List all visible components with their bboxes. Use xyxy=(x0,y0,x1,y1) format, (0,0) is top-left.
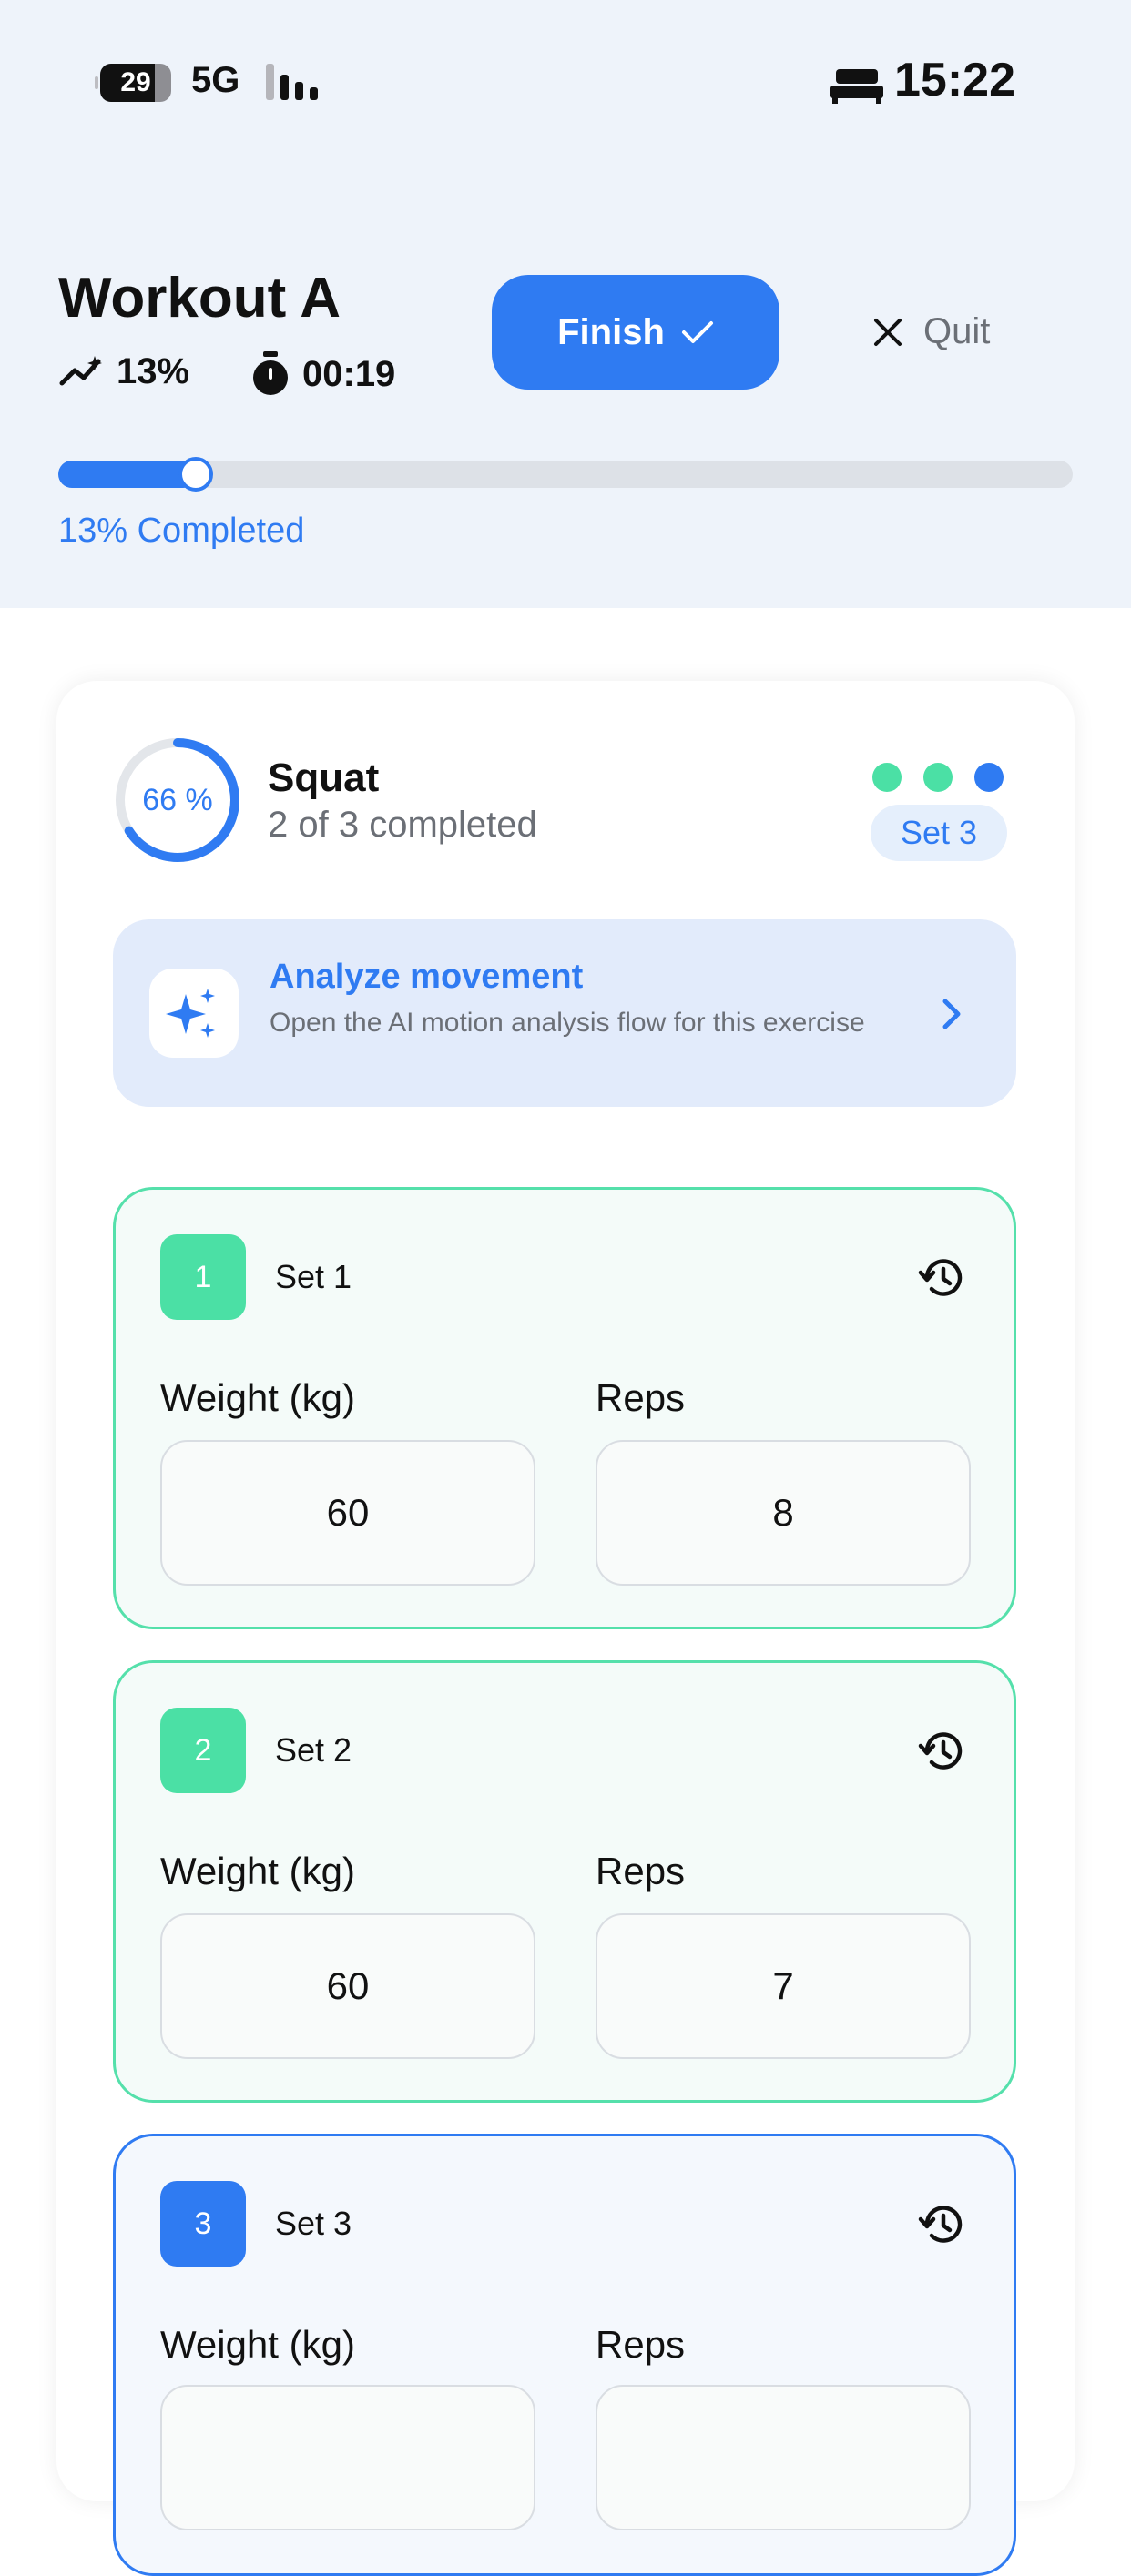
analyze-description: Open the AI motion analysis flow for thi… xyxy=(270,1008,865,1038)
analyze-title: Analyze movement xyxy=(270,958,584,996)
current-set-badge: Set 3 xyxy=(871,805,1007,861)
history-icon[interactable] xyxy=(916,1726,967,1777)
chevron-right-icon xyxy=(942,999,961,1029)
weight-label: Weight (kg) xyxy=(160,1850,355,1892)
timer: 00:19 xyxy=(250,351,395,397)
status-time: 15:22 xyxy=(894,54,1015,106)
set-number-badge: 2 xyxy=(160,1708,246,1793)
battery-icon: 29 xyxy=(95,64,171,102)
close-icon xyxy=(874,318,902,346)
sleep-focus-icon xyxy=(830,69,883,104)
reps-label: Reps xyxy=(596,2323,686,2366)
weight-input[interactable]: 60 xyxy=(160,1440,535,1586)
set-dot-1 xyxy=(872,763,902,792)
exercise-subtitle: 2 of 3 completed xyxy=(268,805,537,845)
set-dot-2 xyxy=(923,763,953,792)
reps-label: Reps xyxy=(596,1850,686,1892)
reps-input[interactable]: 8 xyxy=(596,1440,971,1586)
quit-button-label: Quit xyxy=(923,311,991,351)
quit-button[interactable]: Quit xyxy=(872,311,990,352)
workout-progress-fill xyxy=(58,461,197,488)
set-title: Set 1 xyxy=(275,1258,352,1295)
battery-level: 29 xyxy=(120,67,151,97)
reps-label: Reps xyxy=(596,1376,686,1419)
workout-title: Workout A xyxy=(58,267,341,330)
set-title: Set 2 xyxy=(275,1731,352,1769)
finish-button-label: Finish xyxy=(557,311,665,352)
check-icon xyxy=(681,321,713,343)
signal-icon xyxy=(266,64,324,100)
progress-label: 13% Completed xyxy=(58,512,305,550)
set-dot-3 xyxy=(974,763,1004,792)
stopwatch-icon xyxy=(253,351,288,395)
timer-value: 00:19 xyxy=(302,353,396,394)
weight-label: Weight (kg) xyxy=(160,1376,355,1419)
progress-stat: 13% xyxy=(58,351,189,392)
workout-progress-knob xyxy=(178,457,213,492)
set-title: Set 3 xyxy=(275,2205,352,2242)
reps-input[interactable]: 7 xyxy=(596,1913,971,2059)
history-icon[interactable] xyxy=(916,1253,967,1303)
weight-label: Weight (kg) xyxy=(160,2323,355,2366)
set-number-badge: 3 xyxy=(160,2181,246,2267)
exercise-name: Squat xyxy=(268,756,380,800)
progress-stat-value: 13% xyxy=(117,351,190,391)
analyze-icon-box xyxy=(149,969,239,1058)
weight-input[interactable]: 60 xyxy=(160,1913,535,2059)
set-number-badge: 1 xyxy=(160,1234,246,1320)
exercise-progress-label: 66 % xyxy=(142,783,213,817)
history-icon[interactable] xyxy=(916,2199,967,2250)
reps-input[interactable] xyxy=(596,2385,971,2530)
network-type: 5G xyxy=(191,60,240,100)
weight-input[interactable] xyxy=(160,2385,535,2530)
finish-button[interactable]: Finish xyxy=(492,275,779,390)
trend-icon xyxy=(59,355,102,385)
sparkles-icon xyxy=(166,989,215,1038)
